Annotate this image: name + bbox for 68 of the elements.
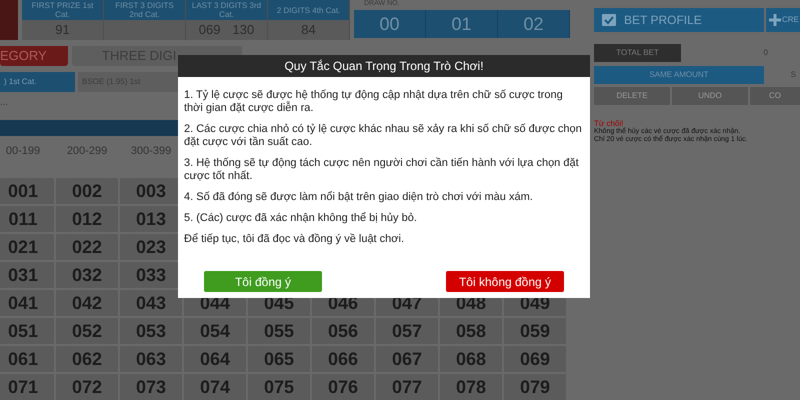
- number-cell[interactable]: 052: [56, 318, 118, 344]
- number-cell[interactable]: 056: [312, 318, 374, 344]
- number-cell[interactable]: 061: [0, 346, 54, 372]
- number-cell[interactable]: 066: [312, 346, 374, 372]
- number-cell[interactable]: 071: [0, 374, 54, 400]
- number-cell[interactable]: 057: [376, 318, 438, 344]
- number-cell[interactable]: 054: [184, 318, 246, 344]
- number-cell[interactable]: 076: [312, 374, 374, 400]
- action-button[interactable]: UNDO: [672, 87, 748, 105]
- agree-button[interactable]: Tôi đồng ý: [204, 271, 322, 292]
- number-cell[interactable]: 032: [56, 262, 118, 288]
- column-heading: FIRST PRIZE 1st Cat.: [22, 0, 103, 20]
- category-tab[interactable]: EGORY: [0, 46, 68, 66]
- number-cell[interactable]: 068: [440, 346, 502, 372]
- rule-text: 2. Các cược chia nhỏ có tỷ lệ cược khác nhau sẽ xảy ra khi số chữ số được chọn đặt cược với tần suất cao.: [184, 123, 583, 149]
- number-cell[interactable]: 031: [0, 262, 54, 288]
- number-cell[interactable]: 051: [0, 318, 54, 344]
- number-cell[interactable]: 021: [0, 234, 54, 260]
- action-button[interactable]: CO: [750, 87, 800, 105]
- number-cell[interactable]: 053: [120, 318, 182, 344]
- create-button[interactable]: CRE: [766, 8, 800, 32]
- number-cell[interactable]: 011: [0, 206, 54, 232]
- total-bet-label: TOTAL BET: [594, 44, 681, 62]
- number-cell[interactable]: 058: [440, 318, 502, 344]
- number-cell[interactable]: 062: [56, 346, 118, 372]
- header-block: [0, 0, 18, 40]
- draw-digit: 01: [426, 10, 498, 38]
- sub-tab[interactable]: ) 1st Cat.: [0, 72, 75, 92]
- number-cell[interactable]: 073: [120, 374, 182, 400]
- plus-icon: [769, 14, 781, 26]
- dialog-title: Quy Tắc Quan Trọng Trong Trò Chơi!: [178, 55, 590, 77]
- rule-text: 4. Số đã đóng sẽ được làm nổi bật trên giao diện trò chơi với màu xám.: [184, 191, 534, 204]
- number-cell[interactable]: 063: [120, 346, 182, 372]
- number-cell[interactable]: 067: [376, 346, 438, 372]
- number-cell[interactable]: 079: [504, 374, 566, 400]
- rule-text: 5. (Các) cược đã xác nhận không thể bị hủy bỏ.: [184, 212, 418, 225]
- number-cell[interactable]: 059: [504, 318, 566, 344]
- notice-title: Từ chối!: [594, 119, 624, 128]
- number-cell[interactable]: 043: [120, 290, 182, 316]
- same-amount-button[interactable]: SAME AMOUNT: [594, 66, 764, 84]
- number-cell[interactable]: 074: [184, 374, 246, 400]
- number-cell[interactable]: 069: [504, 346, 566, 372]
- filter-text: ...: [0, 96, 8, 110]
- rule-text: 1. Tỷ lệ cược sẽ được hệ thống tự động cập nhật dựa trên chữ số cược trong thời gian đặt cược diễn ra.: [184, 89, 564, 115]
- number-cell[interactable]: 001: [0, 178, 54, 204]
- number-cell[interactable]: 042: [56, 290, 118, 316]
- number-cell[interactable]: 065: [248, 346, 310, 372]
- number-cell[interactable]: 002: [56, 178, 118, 204]
- number-cell[interactable]: 077: [376, 374, 438, 400]
- number-cell[interactable]: 055: [248, 318, 310, 344]
- disagree-button[interactable]: Tôi không đồng ý: [446, 271, 564, 292]
- number-cell[interactable]: 012: [56, 206, 118, 232]
- column-heading: LAST 3 DIGITS 3rd Cat.: [186, 0, 267, 20]
- column-heading: FIRST 3 DIGITS 2nd Cat.: [104, 0, 185, 20]
- bet-profile-button[interactable]: BET PROFILE: [594, 8, 764, 32]
- number-cell[interactable]: 075: [248, 374, 310, 400]
- number-cell[interactable]: 064: [184, 346, 246, 372]
- number-cell[interactable]: 041: [0, 290, 54, 316]
- action-button[interactable]: DELETE: [594, 87, 670, 105]
- draw-digit: 00: [354, 10, 426, 38]
- number-cell[interactable]: 078: [440, 374, 502, 400]
- number-cell[interactable]: 022: [56, 234, 118, 260]
- column-heading: 2 DIGITS 4th Cat.: [268, 0, 349, 20]
- draw-digit: 02: [498, 10, 570, 38]
- checkbox-icon: [602, 14, 616, 26]
- rule-text: 3. Hệ thống sẽ tự động tách cược nên người chơi cần tiến hành với lựa chọn đặt cược tốt nhất.: [184, 157, 580, 183]
- number-cell[interactable]: 072: [56, 374, 118, 400]
- rule-text: Để tiếp tục, tôi đã đọc và đồng ý về luật chơi.: [184, 233, 406, 246]
